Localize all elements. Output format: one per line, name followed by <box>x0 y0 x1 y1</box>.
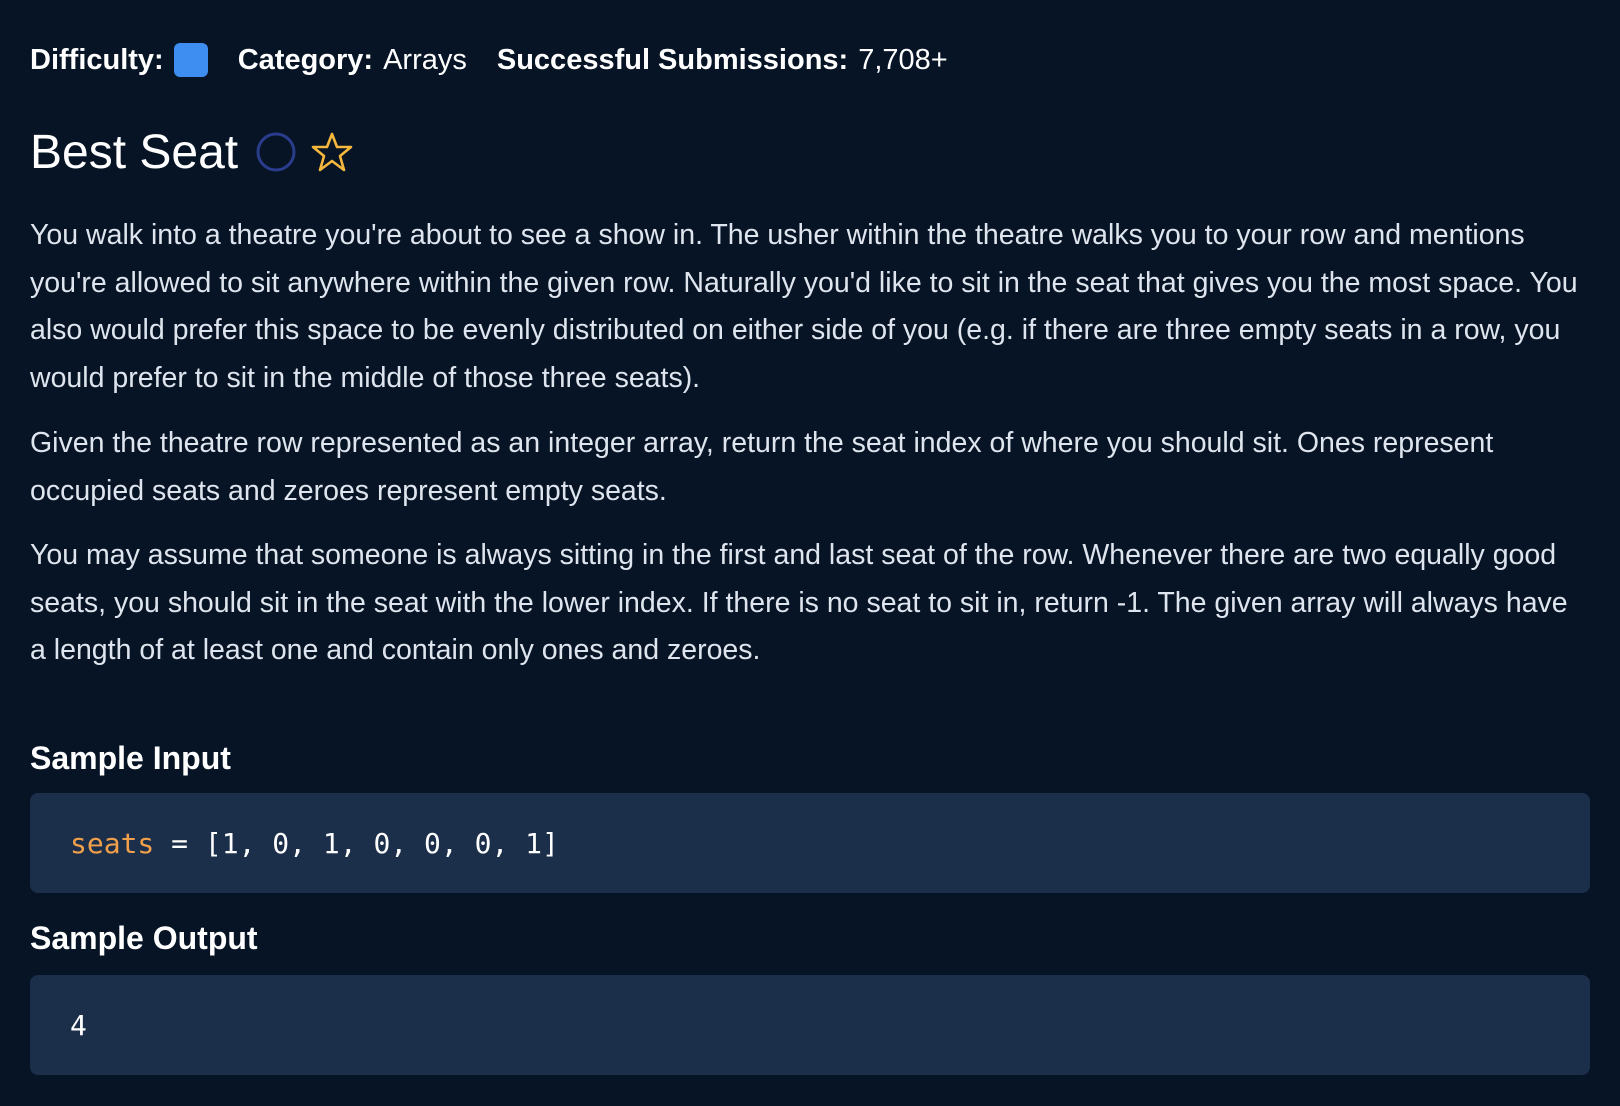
sample-output-heading: Sample Output <box>30 920 258 956</box>
completion-circle-icon[interactable] <box>256 132 296 172</box>
submissions-value: 7,708+ <box>858 43 948 76</box>
star-icon[interactable] <box>310 130 354 174</box>
category-value: Arrays <box>383 43 467 76</box>
difficulty-group: Difficulty: <box>30 43 208 77</box>
question-title: Best Seat <box>30 125 239 179</box>
prompt-paragraph: Given the theatre row represented as an … <box>30 427 1494 507</box>
output-value: 4 <box>70 1008 87 1042</box>
sample-input-heading: Sample Input <box>30 740 231 776</box>
difficulty-indicator <box>173 43 208 77</box>
prompt-paragraph: You walk into a theatre you're about to … <box>30 219 1578 394</box>
sample-output-code-block: 4 <box>30 975 1590 1075</box>
title-row: Best Seat <box>30 122 354 182</box>
submissions-group: Successful Submissions: 7,708+ <box>497 44 948 77</box>
prompt-paragraph: You may assume that someone is always si… <box>30 539 1568 666</box>
difficulty-label: Difficulty: <box>30 43 164 76</box>
submissions-label: Successful Submissions: <box>496 43 849 76</box>
code-value: = [1, 0, 1, 0, 0, 0, 1] <box>154 826 559 860</box>
category-label: Category: <box>237 43 374 76</box>
category-group: Category: Arrays <box>238 44 467 77</box>
code-variable: seats <box>70 826 155 860</box>
sample-input-code-block: seats = [1, 0, 1, 0, 0, 0, 1] <box>30 793 1590 893</box>
question-meta-bar: Difficulty: Category: Arrays Successful … <box>30 40 978 80</box>
